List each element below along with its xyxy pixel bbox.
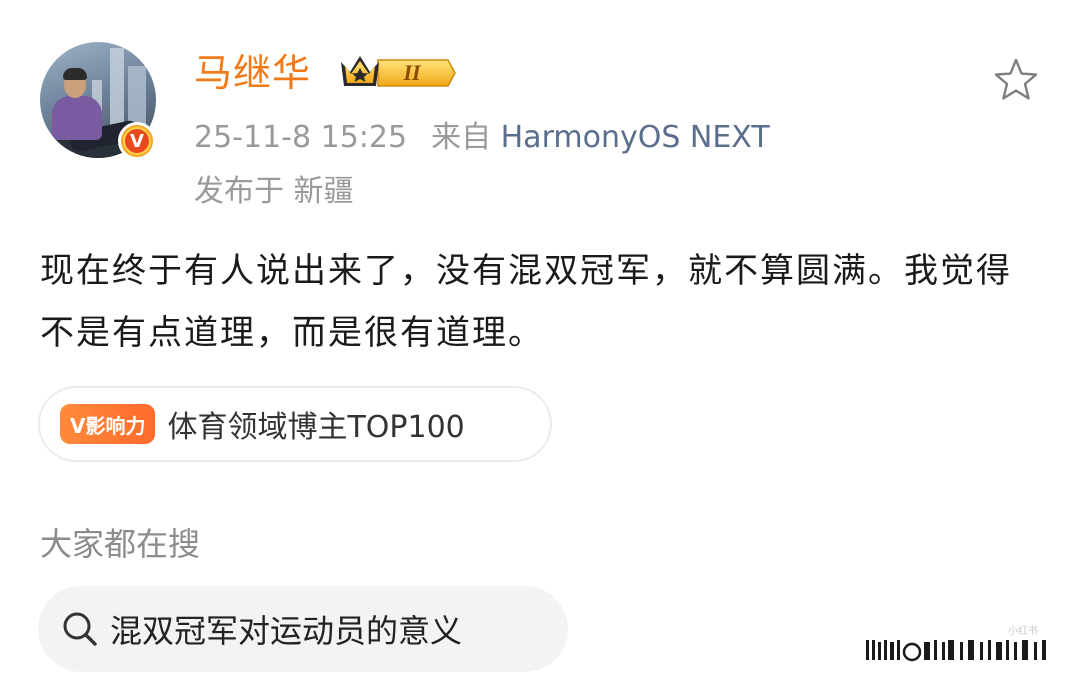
- post-meta: 25-11-8 15:25 来自 HarmonyOS NEXT: [194, 118, 770, 158]
- trending-search-title: 大家都在搜: [40, 525, 201, 563]
- source-prefix: 来自: [431, 120, 492, 155]
- source-link[interactable]: HarmonyOS NEXT: [501, 120, 770, 155]
- search-query: 混双冠军对运动员的意义: [110, 612, 463, 650]
- influence-tag: V影响力: [60, 404, 156, 444]
- influence-badge[interactable]: V影响力 体育领域博主TOP100: [38, 386, 552, 462]
- author-name[interactable]: 马继华: [194, 50, 311, 96]
- star-icon[interactable]: [992, 56, 1040, 104]
- timestamp: 25-11-8 15:25: [194, 120, 408, 155]
- watermark: 小红书: [866, 624, 1046, 662]
- influence-text: 体育领域博主TOP100: [167, 410, 465, 445]
- post-location: 发布于 新疆: [194, 174, 354, 209]
- level-numeral: II: [402, 60, 422, 85]
- verified-v-icon: V: [118, 122, 156, 160]
- trending-search-item[interactable]: 混双冠军对运动员的意义: [38, 586, 568, 672]
- post-content: 现在终于有人说出来了，没有混双冠军，就不算圆满。我觉得不是有点道理，而是很有道理…: [40, 251, 1012, 353]
- search-icon: [63, 612, 97, 646]
- crown-level-icon[interactable]: II: [338, 52, 456, 94]
- svg-text:小红书: 小红书: [1008, 624, 1038, 637]
